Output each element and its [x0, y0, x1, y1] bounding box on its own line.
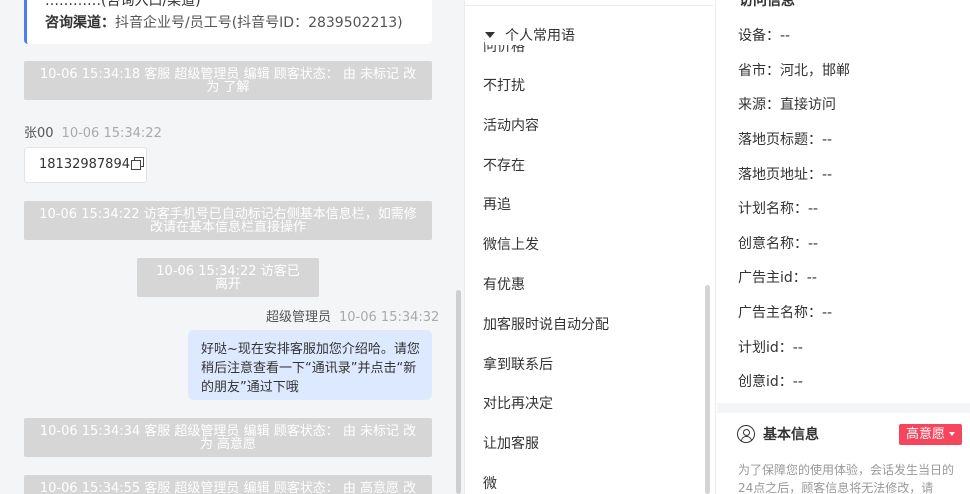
system-message: 10-06 15:34:22 访客手机号已自动标记右侧基本信息栏，如需修改请在基… [24, 201, 432, 240]
phrase-item[interactable]: 有优惠 [483, 274, 525, 294]
info-row-city: 省市：河北，邯郸 [738, 63, 850, 79]
caret-down-icon [949, 432, 956, 436]
channel-line: 咨询渠道：抖音企业号/员工号(抖音号ID：2839502213) [45, 12, 403, 32]
phrases-scrollbar[interactable] [705, 285, 710, 494]
agent-sender: 超级管理员 10-06 15:34:32 [266, 306, 439, 325]
info-row-creative-name: 创意名称：-- [738, 236, 819, 252]
phrase-group-title: 个人常用语 [505, 28, 575, 44]
agent-time: 10-06 15:34:32 [339, 310, 440, 325]
visitor-sender: 张00 10-06 15:34:22 [24, 122, 162, 141]
visitor-name: 张00 [24, 126, 54, 141]
phrase-item[interactable]: 再追 [483, 194, 511, 214]
info-row-source: 来源：直接访问 [738, 97, 836, 113]
system-message: 10-06 15:34:34 客服 超级管理员 编辑 顾客状态： 由 未标记 改… [24, 418, 432, 457]
divider [465, 5, 713, 6]
channel-value: 抖音企业号/员工号(抖音号ID：2839502213) [115, 15, 403, 31]
info-row-landing-title: 落地页标题：-- [738, 132, 833, 148]
phrase-item[interactable]: 不存在 [483, 155, 525, 175]
phrase-item[interactable]: 活动内容 [483, 115, 539, 135]
visitor-time: 10-06 15:34:22 [61, 126, 162, 141]
copy-icon[interactable] [130, 157, 144, 170]
basic-info-heading: 基本信息 [737, 424, 819, 444]
visitor-phone: 18132987894 [39, 157, 130, 172]
phrase-group-header[interactable]: 个人常用语 [485, 25, 581, 45]
info-row-creative-id: 创意id：-- [738, 374, 803, 390]
chat-panel: …………(咨询入口/渠道) 咨询渠道：抖音企业号/员工号(抖音号ID：28395… [0, 0, 464, 494]
info-panel: 访问信息 设备：-- 省市：河北，邯郸 来源：直接访问 落地页标题：-- 落地页… [717, 0, 970, 494]
phrase-item[interactable]: 对比再决定 [483, 393, 553, 413]
system-message: 10-06 15:34:22 访客已离开 [137, 258, 319, 297]
info-row-advertiser-id: 广告主id：-- [738, 270, 817, 286]
info-row-device: 设备：-- [738, 28, 791, 44]
user-circle-icon [737, 425, 755, 443]
caret-down-icon [485, 32, 495, 38]
info-row-plan-name: 计划名称：-- [738, 201, 819, 217]
phrase-item[interactable]: 加客服时说自动分配 [483, 314, 609, 334]
info-row-landing-url: 落地页地址：-- [738, 167, 833, 183]
system-message: 10-06 15:34:18 客服 超级管理员 编辑 顾客状态： 由 未标记 改… [24, 61, 432, 100]
channel-info-card: …………(咨询入口/渠道) 咨询渠道：抖音企业号/员工号(抖音号ID：28395… [24, 0, 432, 44]
phrase-item[interactable]: 让加客服 [483, 433, 539, 453]
phrase-item[interactable]: 微 [483, 473, 497, 493]
edit-notice: 为了保障您的使用体验，会话发生当日的24点之后，顾客信息将无法修改，请 [738, 463, 955, 494]
agent-message-bubble: 好哒~现在安排客服加您介绍哈。请您稍后注意查看一下“通讯录”并点击“新的朋友”通… [188, 330, 432, 400]
phrase-item[interactable]: 微信上发 [483, 234, 539, 254]
channel-card-cut-line: …………(咨询入口/渠道) [45, 0, 201, 9]
phrase-item[interactable]: 不打扰 [483, 75, 525, 95]
intent-status-dropdown[interactable]: 高意愿 [899, 424, 963, 445]
section-divider [717, 403, 970, 413]
channel-label: 咨询渠道： [45, 15, 115, 31]
visitor-phone-bubble: 18132987894 [24, 147, 147, 183]
info-row-plan-id: 计划id：-- [738, 340, 803, 356]
phrases-panel: 个人常用语 问价格 不打扰 活动内容 不存在 再追 微信上发 有优惠 加客服时说… [464, 0, 716, 494]
chat-scrollbar[interactable] [456, 290, 461, 494]
agent-name: 超级管理员 [266, 310, 332, 325]
visit-info-heading: 访问信息 [739, 0, 795, 9]
phrase-item[interactable]: 拿到联系后 [483, 354, 553, 374]
system-message: 10-06 15:34:55 客服 超级管理员 编辑 顾客状态： 由 高意愿 改 [24, 475, 432, 494]
info-row-advertiser-name: 广告主名称：-- [738, 305, 833, 321]
